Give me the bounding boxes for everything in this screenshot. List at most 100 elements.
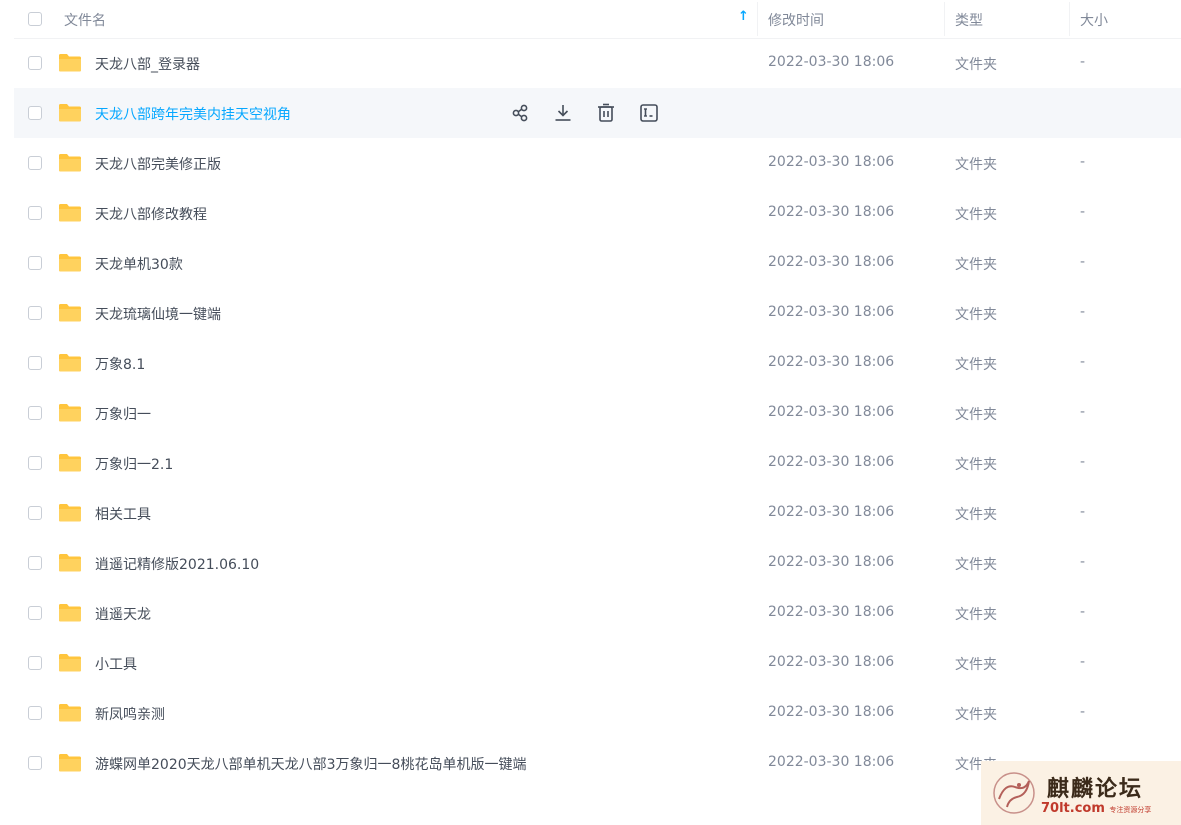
list-header: 文件名 ↑ 修改时间 类型 大小 [14,0,1181,39]
file-modified-date: 2022-03-30 18:06 [768,454,895,470]
file-name[interactable]: 万象8.1 [95,354,145,374]
row-checkbox[interactable] [28,606,42,620]
file-type: 文件夹 [955,57,997,73]
row-checkbox[interactable] [28,156,42,170]
file-type: 文件夹 [955,507,997,523]
column-header-date[interactable]: 修改时间 [768,10,824,30]
column-header-type[interactable]: 类型 [955,10,983,30]
file-size: - [1080,304,1086,320]
sort-ascending-icon[interactable]: ↑ [738,9,749,24]
folder-icon [59,404,81,422]
file-name[interactable]: 天龙八部_登录器 [95,54,200,74]
file-row[interactable]: 天龙八部跨年完美内挂天空视角 [14,88,1181,138]
file-type: 文件夹 [955,707,997,723]
file-modified-date: 2022-03-30 18:06 [768,204,895,220]
column-header-name[interactable]: 文件名 [64,10,106,30]
file-type: 文件夹 [955,157,997,173]
file-name[interactable]: 天龙单机30款 [95,254,183,274]
select-all-checkbox[interactable] [28,12,42,26]
dragon-logo-icon [993,772,1035,814]
file-size: - [1080,54,1086,70]
file-size: - [1080,604,1086,620]
file-size: - [1080,704,1086,720]
row-checkbox[interactable] [28,106,42,120]
file-row[interactable]: 新凤鸣亲测 2022-03-30 18:06 文件夹 - [14,688,1181,738]
folder-icon [59,704,81,722]
column-header-size[interactable]: 大小 [1080,10,1108,30]
file-size: - [1080,404,1086,420]
row-checkbox[interactable] [28,706,42,720]
watermark-url: 70lt.com 专注资源分享 [1041,801,1152,816]
folder-icon [59,354,81,372]
file-name[interactable]: 逍遥记精修版2021.06.10 [95,554,259,574]
row-checkbox[interactable] [28,306,42,320]
file-modified-date: 2022-03-30 18:06 [768,354,895,370]
folder-icon [59,104,81,122]
file-size: - [1080,254,1086,270]
file-type: 文件夹 [955,657,997,673]
file-type: 文件夹 [955,207,997,223]
folder-icon [59,254,81,272]
file-type: 文件夹 [955,357,997,373]
file-name[interactable]: 天龙八部完美修正版 [95,154,221,174]
row-checkbox[interactable] [28,456,42,470]
file-modified-date: 2022-03-30 18:06 [768,154,895,170]
trash-icon[interactable] [595,102,617,124]
row-checkbox[interactable] [28,256,42,270]
folder-icon [59,604,81,622]
row-checkbox[interactable] [28,656,42,670]
file-size: - [1080,504,1086,520]
row-checkbox[interactable] [28,506,42,520]
file-name[interactable]: 天龙琉璃仙境一键端 [95,304,221,324]
file-name[interactable]: 天龙八部跨年完美内挂天空视角 [95,104,291,124]
file-name[interactable]: 游蝶网单2020天龙八部单机天龙八部3万象归一8桃花岛单机版一键端 [95,754,526,774]
file-row[interactable]: 逍遥记精修版2021.06.10 2022-03-30 18:06 文件夹 - [14,538,1181,588]
file-row[interactable]: 天龙八部完美修正版 2022-03-30 18:06 文件夹 - [14,138,1181,188]
row-checkbox[interactable] [28,406,42,420]
download-icon[interactable] [552,102,574,124]
file-row[interactable]: 逍遥天龙 2022-03-30 18:06 文件夹 - [14,588,1181,638]
file-modified-date: 2022-03-30 18:06 [768,754,895,770]
file-size: - [1080,654,1086,670]
row-checkbox[interactable] [28,206,42,220]
file-size: - [1080,204,1086,220]
file-modified-date: 2022-03-30 18:06 [768,504,895,520]
file-name[interactable]: 相关工具 [95,504,151,524]
file-modified-date: 2022-03-30 18:06 [768,604,895,620]
file-row[interactable]: 万象归一2.1 2022-03-30 18:06 文件夹 - [14,438,1181,488]
file-type: 文件夹 [955,407,997,423]
file-modified-date: 2022-03-30 18:06 [768,54,895,70]
file-name[interactable]: 天龙八部修改教程 [95,204,207,224]
file-row[interactable]: 万象8.1 2022-03-30 18:06 文件夹 - [14,338,1181,388]
folder-icon [59,154,81,172]
file-size: - [1080,554,1086,570]
file-row[interactable]: 天龙琉璃仙境一键端 2022-03-30 18:06 文件夹 - [14,288,1181,338]
file-name[interactable]: 新凤鸣亲测 [95,704,165,724]
rename-icon[interactable] [638,102,660,124]
file-size: - [1080,154,1086,170]
column-divider[interactable] [944,2,945,36]
row-checkbox[interactable] [28,356,42,370]
file-row[interactable]: 万象归一 2022-03-30 18:06 文件夹 - [14,388,1181,438]
share-icon[interactable] [509,102,531,124]
file-row[interactable]: 相关工具 2022-03-30 18:06 文件夹 - [14,488,1181,538]
file-name[interactable]: 小工具 [95,654,137,674]
watermark-title: 麒麟论坛 [1047,776,1144,802]
file-modified-date: 2022-03-30 18:06 [768,654,895,670]
row-checkbox[interactable] [28,56,42,70]
file-row[interactable]: 天龙单机30款 2022-03-30 18:06 文件夹 - [14,238,1181,288]
file-modified-date: 2022-03-30 18:06 [768,254,895,270]
column-divider[interactable] [1069,2,1070,36]
file-row[interactable]: 天龙八部修改教程 2022-03-30 18:06 文件夹 - [14,188,1181,238]
file-name[interactable]: 万象归一2.1 [95,454,173,474]
file-name[interactable]: 万象归一 [95,404,151,424]
column-divider[interactable] [757,2,758,36]
file-row[interactable]: 小工具 2022-03-30 18:06 文件夹 - [14,638,1181,688]
folder-icon [59,204,81,222]
file-name[interactable]: 逍遥天龙 [95,604,151,624]
row-checkbox[interactable] [28,756,42,770]
folder-icon [59,454,81,472]
file-type: 文件夹 [955,307,997,323]
file-row[interactable]: 天龙八部_登录器 2022-03-30 18:06 文件夹 - [14,38,1181,88]
row-checkbox[interactable] [28,556,42,570]
